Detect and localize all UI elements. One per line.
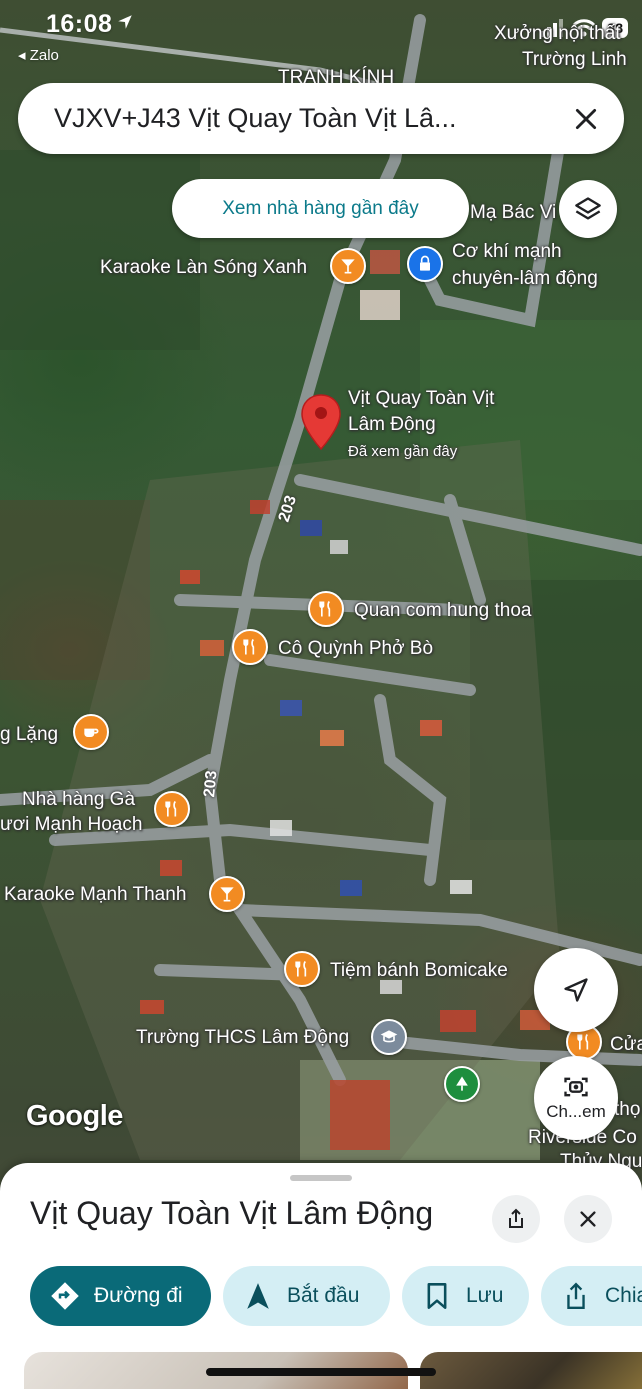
share-icon [561, 1281, 591, 1311]
home-indicator[interactable] [206, 1368, 436, 1376]
poi-karaoke-lan-song[interactable] [330, 248, 366, 284]
directions-label: Đường đi [94, 1284, 183, 1307]
sheet-grabber[interactable] [290, 1175, 352, 1181]
place-title: Vịt Quay Toàn Vịt Lâm Động [30, 1195, 434, 1231]
restaurant-icon [295, 960, 307, 977]
label-karaoke-lan-song[interactable]: Karaoke Làn Sóng Xanh [100, 256, 307, 280]
share-button[interactable]: Chia [541, 1266, 642, 1326]
my-location-button[interactable] [534, 948, 618, 1032]
lens-label: Ch...em [546, 1102, 606, 1121]
share-place-button[interactable] [492, 1195, 540, 1243]
label-tiem-banh[interactable]: Tiệm bánh Bomicake [330, 959, 508, 983]
poi-co-khi[interactable] [407, 246, 443, 282]
search-query[interactable]: VJXV+J43 Vịt Quay Toàn Vịt Lâ... [54, 103, 556, 134]
place-bottom-sheet[interactable]: Vịt Quay Toàn Vịt Lâm Động Đường đi Bắt … [0, 1163, 642, 1389]
save-label: Lưu [466, 1284, 504, 1307]
label-pin-name-2[interactable]: Lâm Động [348, 413, 436, 437]
school-icon [380, 1030, 398, 1043]
navigate-icon [243, 1281, 273, 1311]
back-to-app-link[interactable]: ◂ Zalo [18, 46, 59, 64]
label-xuong[interactable]: Xưởng nội thất [494, 22, 621, 46]
google-logo: Google [26, 1100, 123, 1132]
poi-quan-com[interactable] [308, 591, 344, 627]
share-label: Chia [605, 1284, 642, 1307]
bookmark-icon [422, 1281, 452, 1311]
restaurant-icon [577, 1033, 589, 1050]
label-ma-bac-vi[interactable]: Mạ Bác Vi [470, 201, 556, 225]
poi-nha-hang-ga[interactable] [154, 791, 190, 827]
layers-button[interactable] [559, 180, 617, 238]
label-co-quynh[interactable]: Cô Quỳnh Phở Bò [278, 637, 433, 661]
nearby-restaurants-chip[interactable]: Xem nhà hàng gần đây [172, 179, 469, 238]
label-cua[interactable]: Cửa [610, 1033, 642, 1057]
save-button[interactable]: Lưu [402, 1266, 529, 1326]
start-label: Bắt đầu [287, 1284, 360, 1307]
lock-icon [420, 255, 430, 271]
directions-button[interactable]: Đường đi [30, 1266, 211, 1326]
clear-search-button[interactable] [556, 89, 616, 149]
place-photo-2[interactable] [420, 1352, 642, 1389]
label-quan-com[interactable]: Quan com hung thoa [354, 599, 531, 623]
close-icon [580, 1211, 596, 1227]
navigation-arrow-icon [564, 978, 588, 1002]
label-co-khi-1[interactable]: Cơ khí mạnh [452, 240, 562, 264]
status-time: 16:08 [46, 10, 134, 39]
label-truong-linh[interactable]: Trường Linh [522, 48, 627, 72]
poi-co-quynh[interactable] [232, 629, 268, 665]
close-sheet-button[interactable] [564, 1195, 612, 1243]
poi-karaoke-manh-thanh[interactable] [209, 876, 245, 912]
restaurant-icon [319, 600, 331, 617]
restaurant-icon [165, 800, 177, 817]
label-truong-thcs[interactable]: Trường THCS Lâm Động [136, 1026, 349, 1050]
start-button[interactable]: Bắt đầu [223, 1266, 390, 1326]
label-tho[interactable]: thọ [614, 1098, 640, 1122]
poi-park[interactable] [444, 1066, 480, 1102]
camera-lens-icon [564, 1077, 588, 1097]
label-karaoke-manh-thanh[interactable]: Karaoke Mạnh Thanh [4, 883, 186, 907]
directions-icon [50, 1281, 80, 1311]
share-icon [509, 1208, 523, 1228]
layers-icon [575, 197, 601, 220]
coffee-icon [84, 728, 99, 737]
cocktail-icon [220, 887, 234, 902]
action-buttons-row: Đường đi Bắt đầu Lưu Chia [30, 1266, 642, 1326]
label-nha-hang-1[interactable]: Nhà hàng Gà [22, 788, 135, 812]
close-icon [575, 108, 597, 129]
label-pin-name-1[interactable]: Vịt Quay Toàn Vịt [348, 387, 494, 411]
nearby-chip-label: Xem nhà hàng gần đây [222, 197, 419, 219]
cocktail-icon [341, 259, 355, 274]
label-nha-hang-2[interactable]: ươi Mạnh Hoạch [0, 813, 142, 837]
label-co-khi-2[interactable]: chuyên-lâm động [452, 267, 598, 291]
poi-cafe-lang[interactable] [73, 714, 109, 750]
label-lang[interactable]: g Lặng [0, 723, 58, 747]
selected-place-pin-icon[interactable] [300, 393, 342, 451]
road-203-label-2: 203 [201, 769, 221, 798]
lens-button[interactable]: Ch...em [534, 1056, 618, 1140]
tree-icon [456, 1076, 468, 1091]
poi-truong-thcs[interactable] [371, 1019, 407, 1055]
poi-tiem-banh[interactable] [284, 951, 320, 987]
label-pin-sub: Đã xem gần đây [348, 443, 458, 460]
search-bar[interactable]: VJXV+J43 Vịt Quay Toàn Vịt Lâ... [18, 83, 624, 154]
location-arrow-icon [118, 15, 133, 29]
restaurant-icon [243, 638, 255, 655]
